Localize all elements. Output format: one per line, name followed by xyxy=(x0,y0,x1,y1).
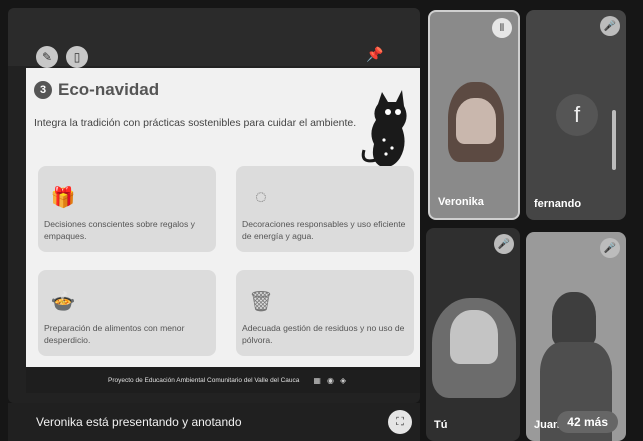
black-cat-illustration-icon xyxy=(361,90,407,167)
scrollbar[interactable] xyxy=(612,110,616,170)
participant-video xyxy=(456,98,496,144)
slide-intro-text: Integra la tradición con prácticas soste… xyxy=(34,117,357,129)
participant-video xyxy=(450,310,498,364)
participant-video xyxy=(552,292,596,346)
logo-icon: ◈ xyxy=(339,375,347,385)
slide-footer: Proyecto de Educación Ambiental Comunita… xyxy=(26,367,420,393)
annotate-pen-icon[interactable]: ✎ xyxy=(36,46,58,68)
participant-tile-veronika[interactable]: ⦀ Veronika xyxy=(428,10,520,220)
more-participants-badge[interactable]: 42 más xyxy=(557,411,618,433)
participant-tile-fernando[interactable]: 🎤 f fernando xyxy=(526,10,626,220)
presenter-status-bar: Veronika está presentando y anotando ⛶ xyxy=(8,403,420,441)
mic-off-icon: 🎤 xyxy=(600,16,620,36)
participant-name: fernando xyxy=(534,198,582,210)
wreath-icon: ◌ xyxy=(255,185,267,208)
eco-card-gifts: 🎁 Decisiones conscientes sobre regalos y… xyxy=(38,166,216,252)
participant-name: Veronika xyxy=(438,196,484,208)
slide-title: Eco-navidad xyxy=(58,80,160,99)
meeting-stage: ✎ ▯ 📌 3 Eco-navidad Integra la tradición… xyxy=(0,0,643,441)
participant-tile-self[interactable]: 🎤 Tú xyxy=(426,228,520,441)
eco-card-waste: 🗑 Adecuada gestión de residuos y no uso … xyxy=(236,270,414,356)
participant-tile-juan[interactable]: 🎤 Juan 42 más xyxy=(526,232,626,441)
mic-off-icon: 🎤 xyxy=(600,238,620,258)
presented-slide: 3 Eco-navidad Integra la tradición con p… xyxy=(26,68,420,393)
footer-logos: ▦ ◉ ◈ xyxy=(313,376,346,385)
logo-icon: ▦ xyxy=(313,375,321,385)
slide-footer-text: Proyecto de Educación Ambiental Comunita… xyxy=(108,376,300,384)
fullscreen-icon[interactable]: ⛶ xyxy=(388,410,412,434)
eco-card-food: 🍲 Preparación de alimentos con menor des… xyxy=(38,270,216,356)
logo-icon: ◉ xyxy=(326,375,334,385)
slide-header: 3 Eco-navidad xyxy=(34,80,159,100)
clear-annotations-icon[interactable]: ▯ xyxy=(66,46,88,68)
recycle-bin-icon: 🗑 xyxy=(248,290,274,313)
card-text: Decisiones conscientes sobre regalos y e… xyxy=(44,219,195,241)
card-text: Preparación de alimentos con menor despe… xyxy=(44,323,185,345)
eco-card-decorations: ◌ Decoraciones responsables y uso eficie… xyxy=(236,166,414,252)
slide-number-badge: 3 xyxy=(34,81,52,99)
presentation-area[interactable]: ✎ ▯ 📌 3 Eco-navidad Integra la tradición… xyxy=(8,8,420,403)
card-text: Adecuada gestión de residuos y no uso de… xyxy=(242,323,405,345)
gift-icon: 🎁 xyxy=(50,186,76,209)
card-text: Decoraciones responsables y uso eficient… xyxy=(242,219,406,241)
speaking-indicator-icon: ⦀ xyxy=(492,18,512,38)
avatar: f xyxy=(556,94,598,136)
pin-icon[interactable]: 📌 xyxy=(366,46,383,66)
presenting-status-text: Veronika está presentando y anotando xyxy=(36,415,242,429)
food-icon: 🍲 xyxy=(50,290,76,313)
participant-name: Juan xyxy=(534,419,560,431)
mic-off-icon: 🎤 xyxy=(494,234,514,254)
participant-name: Tú xyxy=(434,419,448,431)
